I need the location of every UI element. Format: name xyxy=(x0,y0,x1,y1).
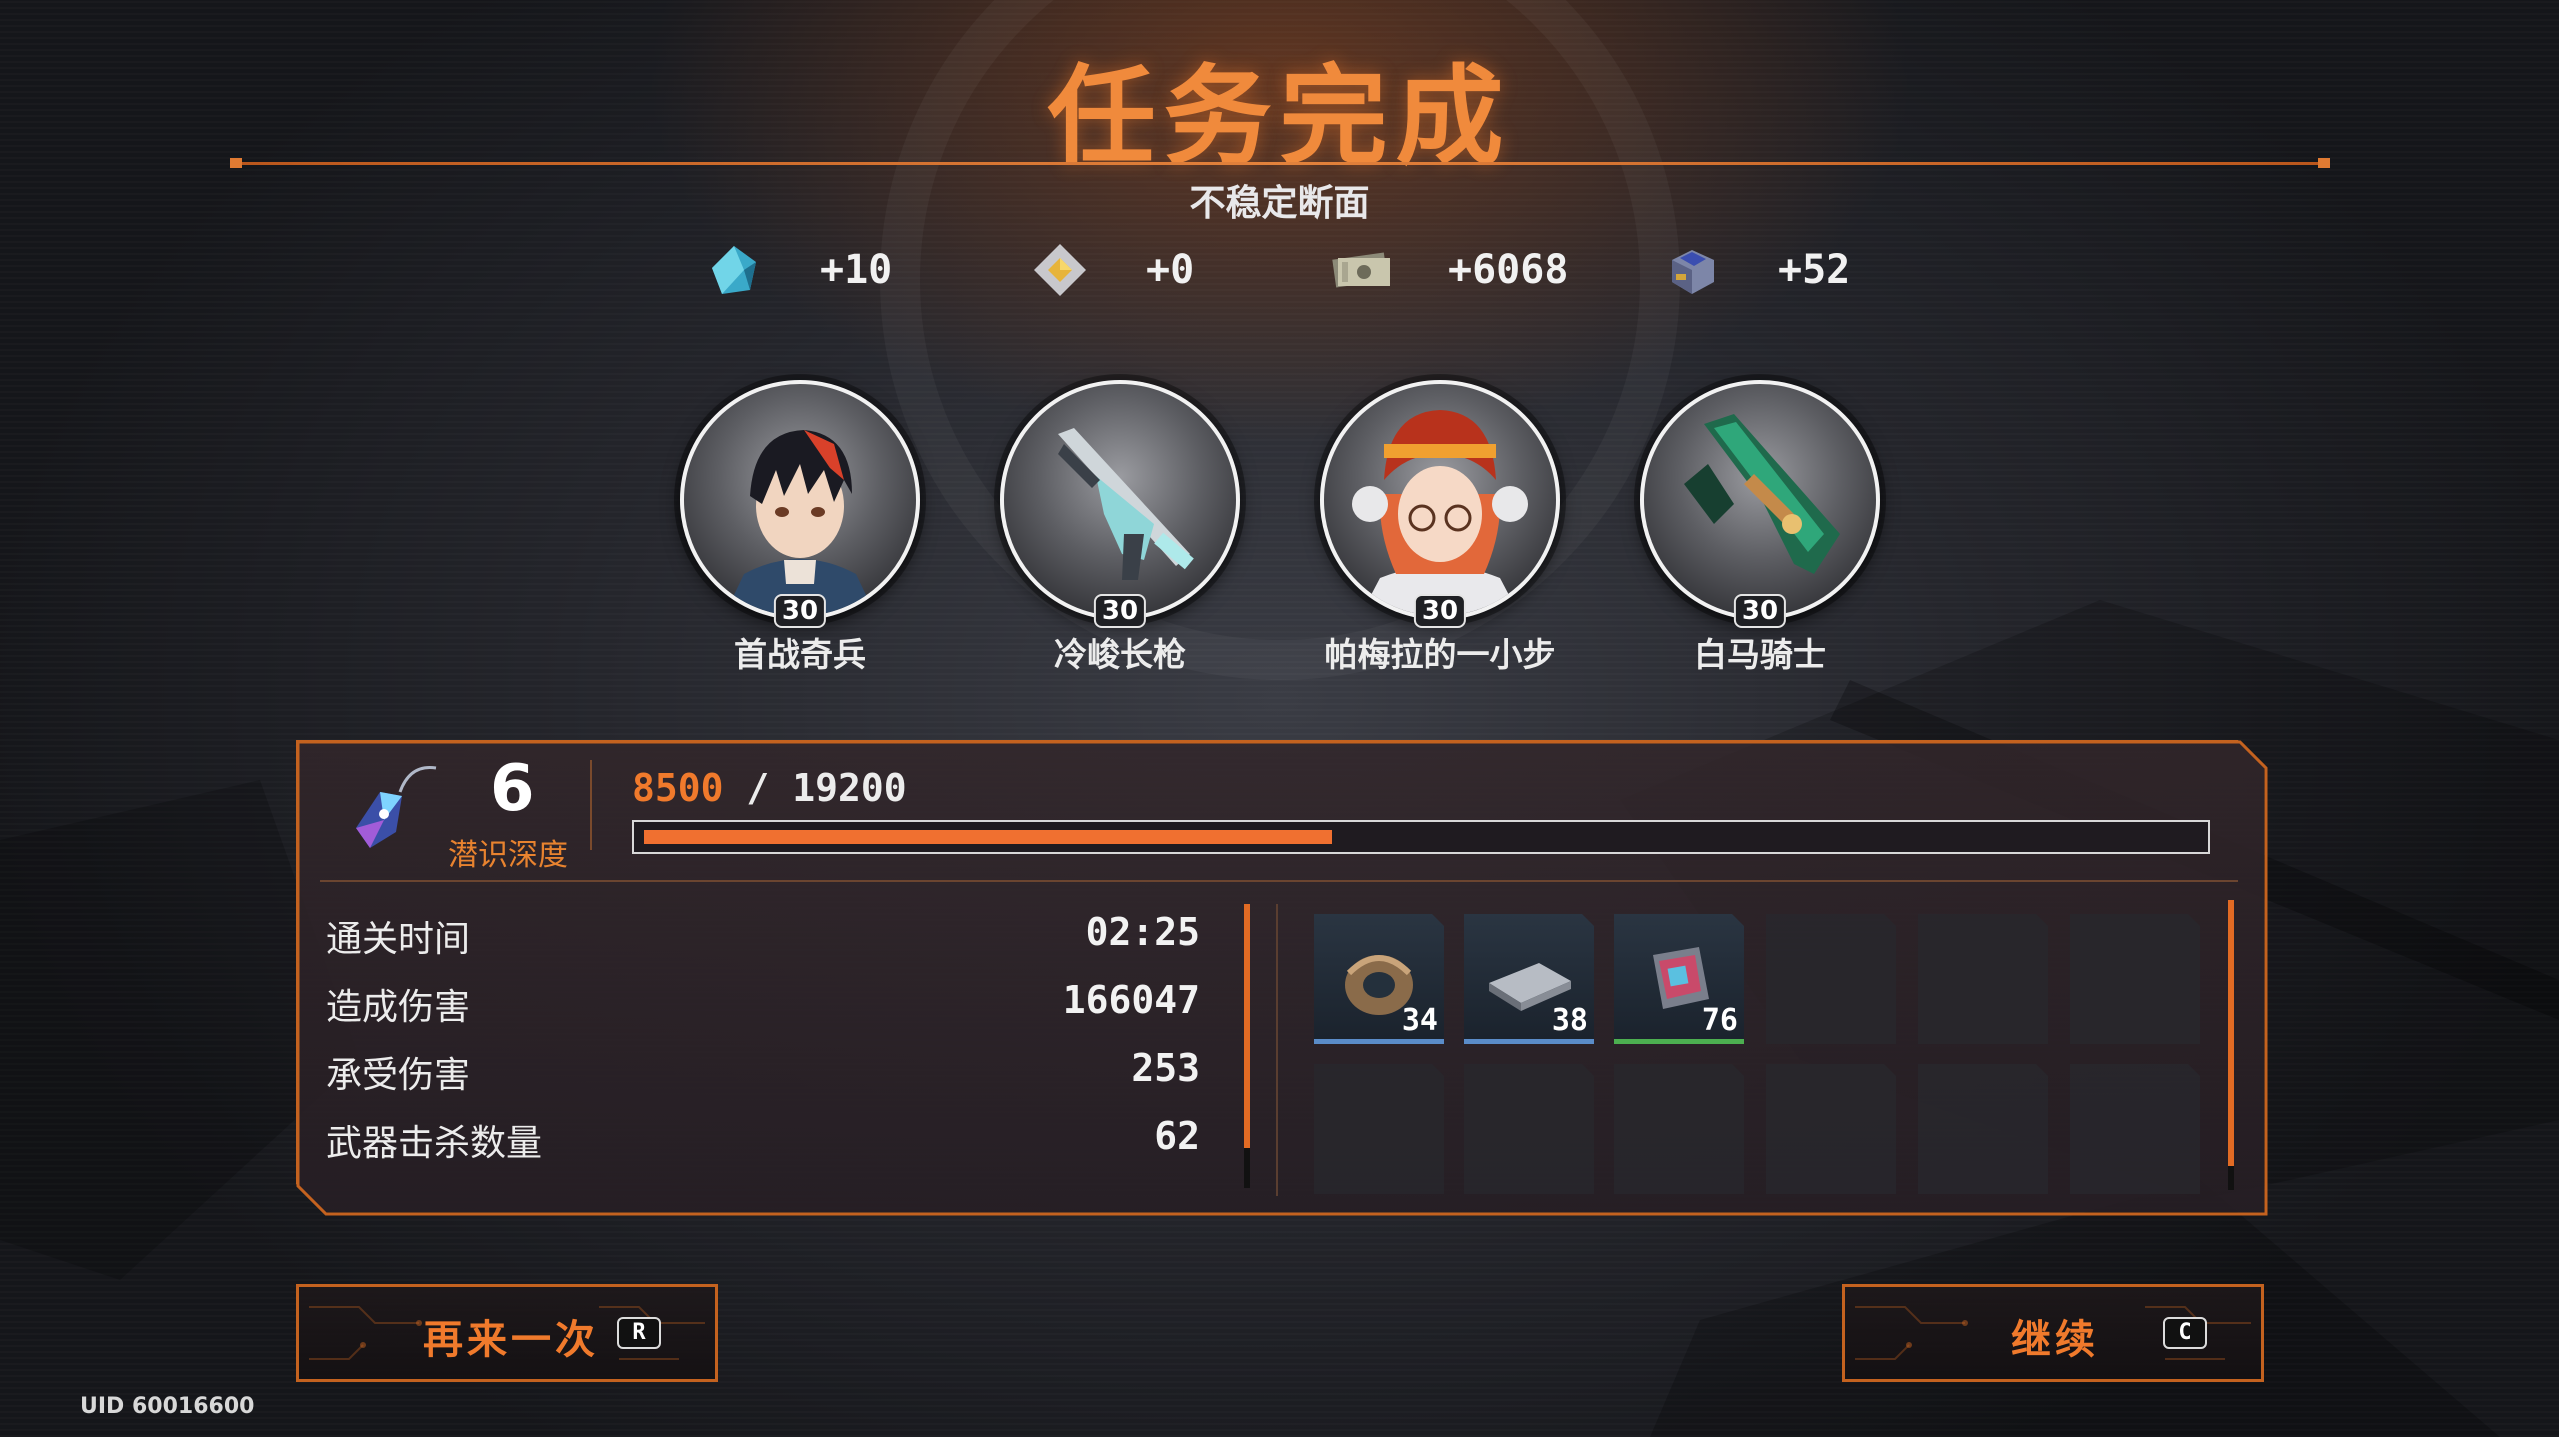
reward-crystal: +10 xyxy=(704,240,892,300)
reward-gold-cube-amount: +0 xyxy=(1146,247,1195,293)
loot-scrollbar-thumb[interactable] xyxy=(2228,900,2234,1166)
depth-score-separator: / xyxy=(746,766,770,810)
loot-slot-empty xyxy=(2070,914,2200,1044)
rarity-underline xyxy=(1464,1039,1594,1044)
banknotes-icon xyxy=(1332,252,1390,288)
chip-box-icon xyxy=(1672,250,1714,294)
loot-count: 38 xyxy=(1551,1003,1588,1038)
depth-progress-fill xyxy=(644,830,1332,844)
reward-chip-box: +52 xyxy=(1662,240,1850,300)
stat-value: 02:25 xyxy=(1085,910,1200,954)
loot-slot-empty xyxy=(1766,1064,1896,1194)
character-portrait-icon xyxy=(1352,410,1528,616)
loot-slot-empty xyxy=(2070,1064,2200,1194)
stat-value: 253 xyxy=(1131,1046,1200,1090)
rifle-weapon-icon xyxy=(1058,428,1194,580)
loot-slot-empty xyxy=(1464,1064,1594,1194)
member-slot-1[interactable]: 30 首战奇兵 xyxy=(680,380,920,674)
retry-key-hint: R xyxy=(617,1317,661,1349)
depth-score: 8500 / 19200 xyxy=(632,766,907,810)
loot-slot-empty xyxy=(1314,1064,1444,1194)
stage-name: 不稳定断面 xyxy=(1189,183,1370,224)
depth-divider xyxy=(590,760,592,850)
member-portrait-frame xyxy=(1000,380,1240,620)
loot-slot[interactable]: 34 xyxy=(1314,914,1444,1044)
depth-progress-bar xyxy=(632,820,2210,854)
retry-button-label: 再来一次 xyxy=(423,1317,599,1363)
member-portrait-frame xyxy=(1320,380,1560,620)
depth-score-current: 8500 xyxy=(632,766,724,810)
member-portrait-frame xyxy=(680,380,920,620)
loot-scrollbar[interactable] xyxy=(2228,900,2234,1190)
reward-chip-box-amount: +52 xyxy=(1778,247,1851,293)
member-portrait-frame xyxy=(1640,380,1880,620)
panel-divider xyxy=(320,880,2238,882)
rarity-underline xyxy=(1314,1039,1444,1044)
character-portrait-icon xyxy=(724,430,876,616)
stat-row: 承受伤害 253 xyxy=(326,1046,1200,1096)
member-slot-2[interactable]: 30 冷峻长枪 xyxy=(1000,380,1240,674)
reward-banknotes: +6068 xyxy=(1332,240,1568,300)
stat-row: 武器击杀数量 62 xyxy=(326,1114,1200,1164)
member-name: 帕梅拉的一小步 xyxy=(1324,635,1556,674)
member-level-badge: 30 xyxy=(1093,594,1147,628)
loot-count: 34 xyxy=(1401,1003,1438,1038)
stat-row: 造成伤害 166047 xyxy=(326,978,1200,1028)
title-divider xyxy=(232,162,2328,165)
member-level-badge: 30 xyxy=(1733,594,1787,628)
loot-count: 76 xyxy=(1701,1003,1738,1038)
depth-score-max: 19200 xyxy=(792,766,907,810)
stat-label: 通关时间 xyxy=(326,919,471,960)
retry-button[interactable]: 再来一次 R xyxy=(296,1284,718,1382)
loot-slot-empty xyxy=(1614,1064,1744,1194)
member-slot-4[interactable]: 30 白马骑士 xyxy=(1640,380,1880,674)
user-id: UID 60016600 xyxy=(80,1394,255,1419)
stat-label: 造成伤害 xyxy=(326,987,471,1028)
member-level-badge: 30 xyxy=(773,594,827,628)
gold-cube-icon xyxy=(1034,244,1086,296)
continue-button[interactable]: 继续 C xyxy=(1842,1284,2264,1382)
depth-label: 潜识深度 xyxy=(448,838,568,873)
member-slot-3[interactable]: 30 帕梅拉的一小步 xyxy=(1320,380,1560,674)
member-name: 冷峻长枪 xyxy=(1054,635,1186,674)
rarity-underline xyxy=(1614,1039,1744,1044)
title-divider-left-dot xyxy=(230,158,242,168)
member-level-badge: 30 xyxy=(1413,594,1467,628)
stat-value: 166047 xyxy=(1062,978,1200,1022)
crystal-icon xyxy=(712,246,756,294)
column-divider xyxy=(1276,904,1278,1196)
member-name: 首战奇兵 xyxy=(734,635,866,674)
stats-scrollbar-thumb[interactable] xyxy=(1244,904,1250,1148)
depth-level: 6 xyxy=(490,752,535,826)
loot-slot[interactable]: 76 xyxy=(1614,914,1744,1044)
crossbow-weapon-icon xyxy=(1684,414,1840,574)
stat-row: 通关时间 02:25 xyxy=(326,910,1200,960)
stat-label: 武器击杀数量 xyxy=(326,1123,543,1164)
loot-slot-empty xyxy=(1918,1064,2048,1194)
reward-banknotes-amount: +6068 xyxy=(1448,247,1569,293)
title-divider-right-dot xyxy=(2318,158,2330,168)
stat-value: 62 xyxy=(1154,1114,1200,1158)
member-name: 白马骑士 xyxy=(1694,635,1826,674)
reward-crystal-amount: +10 xyxy=(820,247,893,293)
loot-slot-empty xyxy=(1766,914,1896,1044)
continue-button-label: 继续 xyxy=(2011,1317,2099,1363)
amulet-icon xyxy=(356,766,437,848)
reward-gold-cube: +0 xyxy=(1030,240,1194,300)
stats-scrollbar[interactable] xyxy=(1244,904,1250,1188)
continue-key-hint: C xyxy=(2163,1317,2207,1349)
loot-slot[interactable]: 38 xyxy=(1464,914,1594,1044)
loot-slot-empty xyxy=(1918,914,2048,1044)
stat-label: 承受伤害 xyxy=(326,1055,471,1096)
